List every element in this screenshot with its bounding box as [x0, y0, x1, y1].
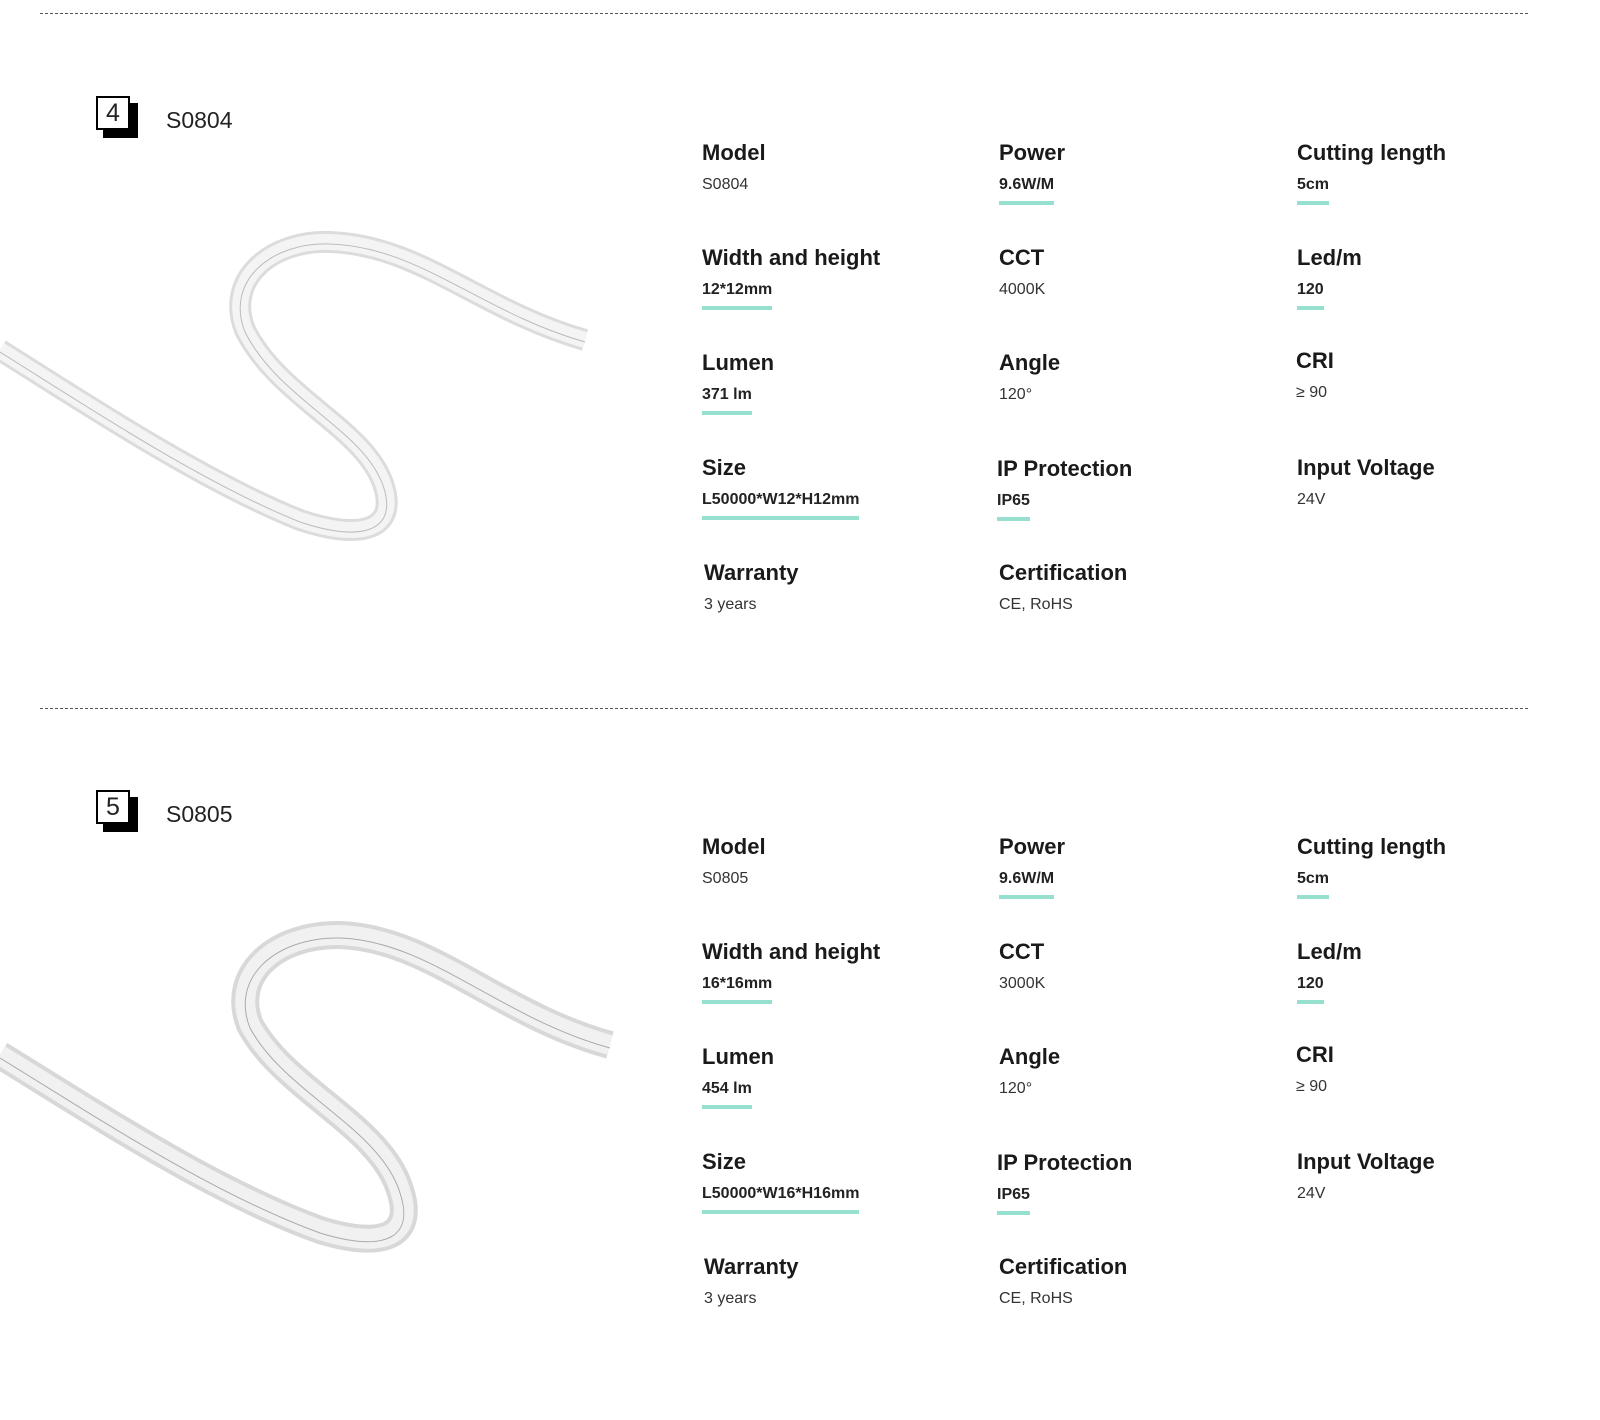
spec-label: Led/m	[1297, 939, 1362, 964]
spec-size: Size L50000*W12*H12mm	[702, 455, 860, 520]
spec-value: 3 years	[704, 1290, 757, 1307]
spec-value: 3000K	[999, 975, 1046, 992]
led-strip-icon	[0, 230, 589, 541]
spec-angle: Angle 120°	[999, 1044, 1060, 1098]
spec-label: Model	[702, 834, 766, 859]
spec-lumen: Lumen 454 lm	[702, 1044, 774, 1109]
spec-label: Angle	[999, 1044, 1061, 1069]
spec-value: IP65	[997, 1186, 1030, 1215]
spec-value: 24V	[1297, 1185, 1326, 1202]
spec-value: 5cm	[1297, 176, 1330, 205]
spec-value: 24V	[1297, 491, 1326, 508]
spec-value: 9.6W/M	[999, 176, 1055, 205]
spec-warranty: Warranty 3 years	[704, 560, 799, 614]
spec-value: S0805	[702, 870, 749, 887]
led-strip-icon	[0, 920, 614, 1253]
spec-led-per-meter: Led/m 120	[1297, 245, 1362, 310]
spec-label: CRI	[1296, 1042, 1334, 1067]
spec-width-height: Width and height 16*16mm	[702, 939, 880, 1004]
spec-label: Model	[702, 140, 766, 165]
spec-label: IP Protection	[997, 1150, 1133, 1175]
spec-value: 454 lm	[702, 1080, 752, 1109]
spec-value: 120°	[999, 1080, 1033, 1097]
spec-value: CE, RoHS	[999, 1290, 1073, 1307]
spec-cri: CRI ≥ 90	[1296, 348, 1334, 402]
spec-value: 371 lm	[702, 386, 752, 415]
spec-label: CCT	[999, 245, 1045, 270]
spec-label: CRI	[1296, 348, 1334, 373]
spec-value: 4000K	[999, 281, 1046, 298]
spec-label: Width and height	[702, 245, 881, 270]
section-number-badge: 5	[96, 790, 140, 834]
spec-label: Cutting length	[1297, 140, 1447, 165]
spec-label: Cutting length	[1297, 834, 1447, 859]
spec-model: Model S0804	[702, 140, 766, 194]
spec-cutting-length: Cutting length 5cm	[1297, 834, 1446, 899]
spec-ip-protection: IP Protection IP65	[997, 1150, 1132, 1215]
spec-label: Size	[702, 455, 747, 480]
spec-value: CE, RoHS	[999, 596, 1073, 613]
spec-label: Warranty	[704, 560, 799, 585]
spec-label: CCT	[999, 939, 1045, 964]
section-title: S0805	[166, 801, 233, 827]
spec-certification: Certification CE, RoHS	[999, 1254, 1127, 1308]
spec-value: ≥ 90	[1296, 384, 1328, 401]
spec-label: Certification	[999, 1254, 1128, 1279]
spec-input-voltage: Input Voltage 24V	[1297, 455, 1435, 509]
section-title: S0804	[166, 107, 233, 133]
spec-value: 9.6W/M	[999, 870, 1055, 899]
led-strip-image	[0, 230, 589, 541]
spec-lumen: Lumen 371 lm	[702, 350, 774, 415]
spec-label: Width and height	[702, 939, 881, 964]
spec-value: 16*16mm	[702, 975, 773, 1004]
led-strip-image	[0, 920, 614, 1253]
spec-power: Power 9.6W/M	[999, 834, 1065, 899]
spec-cri: CRI ≥ 90	[1296, 1042, 1334, 1096]
section-number: 4	[96, 96, 130, 130]
spec-label: Input Voltage	[1297, 455, 1435, 480]
spec-angle: Angle 120°	[999, 350, 1060, 404]
product-section-s0804: 4 S0804 Model S0804 Power 9.6W/M Cutting…	[0, 0, 1600, 694]
spec-value: 12*12mm	[702, 281, 773, 310]
spec-value: L50000*W16*H16mm	[702, 1185, 860, 1214]
spec-value: 120°	[999, 386, 1033, 403]
spec-label: Size	[702, 1149, 747, 1174]
spec-value: ≥ 90	[1296, 1078, 1328, 1095]
spec-value: 120	[1297, 975, 1324, 1004]
spec-value: 120	[1297, 281, 1324, 310]
spec-label: Power	[999, 834, 1066, 859]
spec-label: Lumen	[702, 350, 775, 375]
spec-value: 3 years	[704, 596, 757, 613]
spec-label: Lumen	[702, 1044, 775, 1069]
spec-power: Power 9.6W/M	[999, 140, 1065, 205]
spec-led-per-meter: Led/m 120	[1297, 939, 1362, 1004]
spec-value: IP65	[997, 492, 1030, 521]
spec-certification: Certification CE, RoHS	[999, 560, 1127, 614]
spec-value: S0804	[702, 176, 749, 193]
spec-size: Size L50000*W16*H16mm	[702, 1149, 860, 1214]
spec-label: Warranty	[704, 1254, 799, 1279]
spec-label: Power	[999, 140, 1066, 165]
section-number-badge: 4	[96, 96, 140, 140]
spec-cct: CCT 4000K	[999, 245, 1045, 299]
spec-warranty: Warranty 3 years	[704, 1254, 799, 1308]
spec-label: Angle	[999, 350, 1061, 375]
spec-label: Input Voltage	[1297, 1149, 1435, 1174]
spec-model: Model S0805	[702, 834, 766, 888]
spec-width-height: Width and height 12*12mm	[702, 245, 880, 310]
spec-value: 5cm	[1297, 870, 1330, 899]
product-section-s0805: 5 S0805 Model S0805 Power 9.6W/M Cutting…	[0, 694, 1600, 1388]
spec-ip-protection: IP Protection IP65	[997, 456, 1132, 521]
spec-label: Certification	[999, 560, 1128, 585]
spec-label: IP Protection	[997, 456, 1133, 481]
spec-cct: CCT 3000K	[999, 939, 1045, 993]
spec-input-voltage: Input Voltage 24V	[1297, 1149, 1435, 1203]
spec-label: Led/m	[1297, 245, 1362, 270]
spec-value: L50000*W12*H12mm	[702, 491, 860, 520]
section-number: 5	[96, 790, 130, 824]
spec-cutting-length: Cutting length 5cm	[1297, 140, 1446, 205]
